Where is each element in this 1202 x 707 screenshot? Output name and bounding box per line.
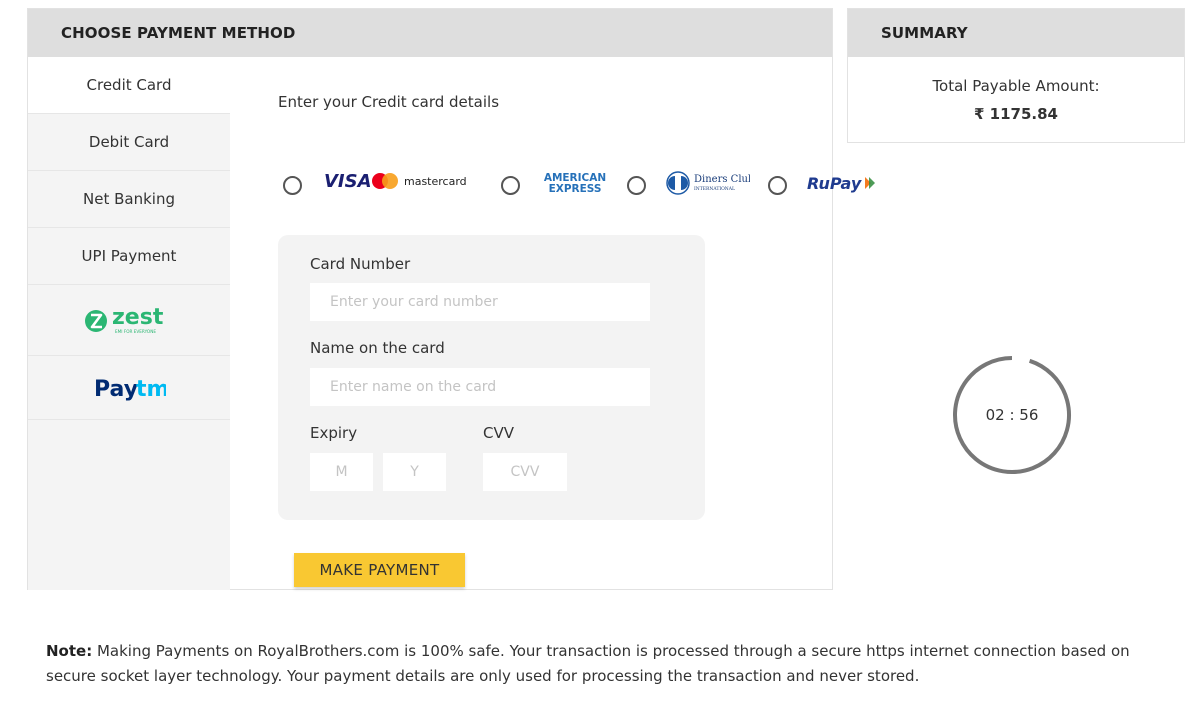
radio-diners[interactable] xyxy=(627,176,646,195)
tab-upi-payment[interactable]: UPI Payment xyxy=(28,228,230,285)
cvv-label: CVV xyxy=(483,424,514,442)
cvv-input[interactable] xyxy=(483,453,567,491)
zest-logo-tagline: EMI FOR EVERYONE xyxy=(115,329,156,334)
total-payable-label: Total Payable Amount: xyxy=(932,77,1100,95)
card-number-input[interactable] xyxy=(310,283,650,321)
expiry-month-input[interactable] xyxy=(310,453,373,491)
diners-club-icon: Diners Club INTERNATIONAL xyxy=(666,171,750,195)
payment-tabs: Credit Card Debit Card Net Banking UPI P… xyxy=(28,57,230,590)
note-prefix: Note: xyxy=(46,642,93,660)
radio-visa-mastercard[interactable] xyxy=(283,176,302,195)
total-payable-amount: ₹ 1175.84 xyxy=(974,105,1058,123)
zest-logo: zest EMI FOR EVERYONE xyxy=(85,305,164,334)
svg-text:tm: tm xyxy=(136,377,166,402)
paytm-logo: Pay tm xyxy=(94,377,166,402)
payment-method-header: CHOOSE PAYMENT METHOD xyxy=(28,9,832,57)
card-number-label: Card Number xyxy=(310,255,411,273)
amex-icon: AMERICAN EXPRESS xyxy=(544,172,606,195)
rupay-icon: RuPay xyxy=(807,174,875,193)
zest-logo-text: zest xyxy=(112,305,164,330)
visa-mastercard-icon: VISA mastercard xyxy=(324,171,467,192)
card-details-intro: Enter your Credit card details xyxy=(278,93,500,111)
note-text: Making Payments on RoyalBrothers.com is … xyxy=(46,642,1130,685)
name-on-card-label: Name on the card xyxy=(310,339,445,357)
tab-zest[interactable]: zest EMI FOR EVERYONE xyxy=(28,285,230,356)
timer-text: 02 : 56 xyxy=(985,406,1039,424)
svg-text:Pay: Pay xyxy=(94,377,138,402)
svg-text:EXPRESS: EXPRESS xyxy=(549,183,602,195)
svg-text:mastercard: mastercard xyxy=(404,175,467,188)
tab-paytm[interactable]: Pay tm xyxy=(28,356,230,420)
radio-amex[interactable] xyxy=(501,176,520,195)
summary-body: Total Payable Amount: ₹ 1175.84 xyxy=(848,77,1184,123)
tab-credit-card[interactable]: Credit Card xyxy=(28,57,230,114)
svg-text:RuPay: RuPay xyxy=(807,174,862,193)
security-note: Note: Making Payments on RoyalBrothers.c… xyxy=(46,639,1156,689)
svg-text:INTERNATIONAL: INTERNATIONAL xyxy=(694,186,735,192)
summary-header: SUMMARY xyxy=(848,9,1184,57)
expiry-year-input[interactable] xyxy=(383,453,446,491)
tab-debit-card[interactable]: Debit Card xyxy=(28,114,230,171)
make-payment-button[interactable]: MAKE PAYMENT xyxy=(294,553,465,587)
card-form: Card Number Name on the card Expiry CVV xyxy=(278,235,705,520)
card-details-section: Enter your Credit card details VISA mast… xyxy=(278,57,875,589)
expiry-label: Expiry xyxy=(310,424,358,442)
name-on-card-input[interactable] xyxy=(310,368,650,406)
summary-panel: SUMMARY Total Payable Amount: ₹ 1175.84 xyxy=(847,8,1185,143)
radio-rupay[interactable] xyxy=(768,176,787,195)
payment-method-panel: CHOOSE PAYMENT METHOD Credit Card Debit … xyxy=(27,8,875,590)
tab-net-banking[interactable]: Net Banking xyxy=(28,171,230,228)
countdown-timer: 02 : 56 xyxy=(951,354,1073,476)
svg-text:VISA: VISA xyxy=(324,171,372,192)
svg-text:Diners Club: Diners Club xyxy=(694,174,750,185)
